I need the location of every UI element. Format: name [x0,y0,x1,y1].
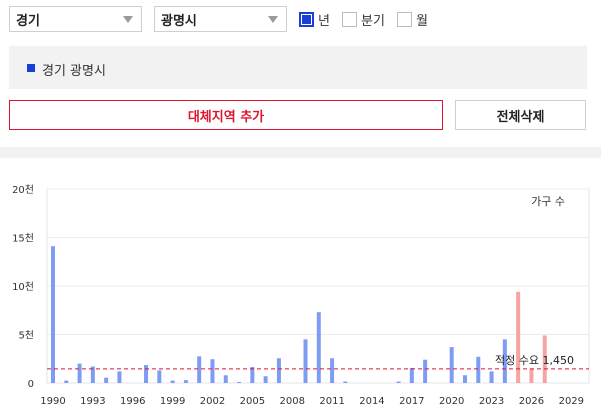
x-tick-label: 2011 [319,396,344,407]
reference-line-label: 적정 수요 1,450 [495,354,574,367]
chart-bar [276,358,281,383]
household-bar-chart: 0 5천 10천 15천 20천 1990 1993 1996 1999 2002 2005 2008… [12,184,590,407]
chart-bar [303,339,308,383]
region-select-value: 경기 [16,13,40,29]
x-tick-label: 2026 [519,396,544,407]
chart-bar [476,356,481,383]
chevron-down-icon [123,16,133,23]
chart-bar [330,358,335,383]
chart-bar [51,246,55,383]
region-select[interactable]: 경기 [9,6,142,32]
chart-bar [157,370,162,383]
chart-bar [396,381,401,383]
chart-legend-label: 가구 수 [531,195,565,208]
selected-region-panel: 경기 광명시 [9,46,587,89]
chart-bar [64,380,69,383]
period-month-checkbox[interactable]: 월 [397,10,428,29]
chart-bar [316,312,321,383]
checkbox-unchecked-icon[interactable] [397,12,412,27]
period-month-label: 월 [416,14,428,29]
chart-bar [343,381,348,383]
chart-bar [210,359,215,383]
x-tick-label: 2002 [200,396,225,407]
x-tick-label: 2014 [359,396,384,407]
city-select[interactable]: 광명시 [154,6,287,32]
period-year-label: 년 [318,14,330,29]
x-tick-label: 1990 [40,396,65,407]
add-alternate-region-button[interactable]: 대체지역 추가 [9,100,443,130]
x-tick-label: 2008 [279,396,304,407]
x-tick-label: 2029 [559,396,584,407]
series-color-swatch [27,64,35,72]
chart-bar [409,367,414,383]
chart-bar [117,371,122,383]
chart-bar [529,368,534,383]
selected-region-label: 경기 광명시 [42,64,106,79]
y-tick-label: 15천 [12,233,34,245]
chart-bar [263,376,268,383]
checkbox-unchecked-icon[interactable] [342,12,357,27]
chart-bar [104,377,109,383]
x-tick-label: 2005 [240,396,265,407]
delete-all-button[interactable]: 전체삭제 [455,100,586,130]
chart-bar [489,371,494,383]
y-tick-label: 0 [28,379,34,390]
y-tick-label: 10천 [12,281,34,293]
x-tick-label: 1999 [160,396,185,407]
chart-bar [170,380,175,383]
x-tick-label: 1996 [120,396,145,407]
chart-bar [144,365,149,383]
x-tick-label: 1993 [80,396,105,407]
x-tick-label: 2017 [399,396,424,407]
chart-bar [223,375,228,383]
section-divider [0,147,601,158]
chart-bar [183,380,188,383]
y-tick-label: 5천 [18,330,34,342]
chart-bar [197,356,202,383]
period-year-checkbox[interactable]: 년 [299,10,330,29]
x-tick-label: 2023 [479,396,504,407]
chart-bar [449,347,454,383]
chart-bar [423,359,428,383]
period-quarter-label: 분기 [361,14,385,29]
period-quarter-checkbox[interactable]: 분기 [342,10,385,29]
chevron-down-icon [268,16,278,23]
chart-bar [462,375,467,383]
x-tick-label: 2020 [439,396,464,407]
chart-bar [237,382,242,383]
city-select-value: 광명시 [161,13,197,29]
chart-bar [77,363,82,383]
y-tick-label: 20천 [12,184,34,196]
checkbox-checked-icon[interactable] [299,12,314,27]
